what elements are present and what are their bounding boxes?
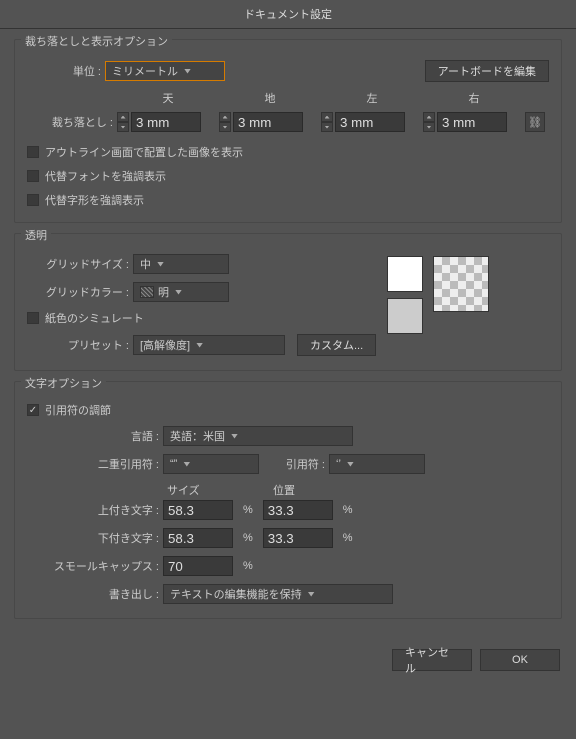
chevron-down-icon	[184, 69, 191, 74]
pct-label: %	[233, 532, 263, 544]
highlight-fonts-checkbox[interactable]	[27, 170, 39, 182]
superscript-pos-input[interactable]	[263, 500, 333, 520]
group-text-title: 文字オプション	[21, 375, 106, 391]
quote-value: ‘’	[336, 458, 341, 470]
quote-dropdown[interactable]: ‘’	[329, 454, 425, 474]
group-transparency: 透明 グリッドサイズ : 中 グリッドカラー : 明	[14, 233, 562, 371]
quote-label: 引用符 :	[259, 456, 329, 472]
link-bleed-icon[interactable]: ⛓	[525, 112, 545, 132]
preset-value: [高解像度]	[140, 337, 190, 353]
chevron-down-icon	[175, 290, 182, 295]
smallcaps-label: スモールキャップス :	[27, 558, 163, 574]
pct-label: %	[333, 504, 363, 516]
group-transparency-title: 透明	[21, 227, 51, 243]
export-value: テキストの編集機能を保持	[170, 586, 302, 602]
transparency-preview	[433, 256, 489, 312]
bleed-label: 裁ち落とし :	[27, 114, 117, 130]
custom-button[interactable]: カスタム...	[297, 334, 376, 356]
double-quote-value: “”	[170, 458, 177, 470]
size-header: サイズ	[167, 482, 245, 498]
grid-size-value: 中	[140, 256, 151, 272]
bleed-col-top: 天	[117, 90, 219, 108]
group-text: 文字オプション 引用符の調節 言語 : 英語：米国 二重引用符 : “” 引用符…	[14, 381, 562, 619]
bleed-col-left: 左	[321, 90, 423, 108]
chevron-down-icon	[157, 262, 164, 267]
bleed-col-bottom: 地	[219, 90, 321, 108]
dialog-title: ドキュメント設定	[0, 0, 576, 29]
grid-size-dropdown[interactable]: 中	[133, 254, 229, 274]
subscript-pos-input[interactable]	[263, 528, 333, 548]
double-quote-label: 二重引用符 :	[27, 456, 163, 472]
subscript-label: 下付き文字 :	[27, 530, 163, 546]
preset-dropdown[interactable]: [高解像度]	[133, 335, 285, 355]
pct-label: %	[333, 532, 363, 544]
bleed-bottom-input[interactable]	[233, 112, 303, 132]
edit-artboard-button[interactable]: アートボードを編集	[425, 60, 549, 82]
bleed-left-stepper[interactable]	[321, 112, 333, 132]
hatch-swatch-icon	[140, 286, 154, 298]
superscript-label: 上付き文字 :	[27, 502, 163, 518]
bleed-bottom-stepper[interactable]	[219, 112, 231, 132]
show-images-outline-checkbox[interactable]	[27, 146, 39, 158]
grid-color-dropdown[interactable]: 明	[133, 282, 229, 302]
export-dropdown[interactable]: テキストの編集機能を保持	[163, 584, 393, 604]
swatch-gray[interactable]	[387, 298, 423, 334]
chevron-down-icon	[308, 592, 315, 597]
swatch-white[interactable]	[387, 256, 423, 292]
ok-button[interactable]: OK	[480, 649, 560, 671]
group-bleed: 裁ち落としと表示オプション 単位 : ミリメートル アートボードを編集 天 地 …	[14, 39, 562, 223]
chevron-down-icon	[347, 462, 354, 467]
subscript-size-input[interactable]	[163, 528, 233, 548]
language-label: 言語 :	[27, 428, 163, 444]
export-label: 書き出し :	[27, 586, 163, 602]
chevron-down-icon	[196, 343, 203, 348]
smallcaps-input[interactable]	[163, 556, 233, 576]
units-label: 単位 :	[27, 63, 105, 79]
double-quote-dropdown[interactable]: “”	[163, 454, 259, 474]
bleed-top-stepper[interactable]	[117, 112, 129, 132]
simulate-paper-checkbox[interactable]	[27, 312, 39, 324]
bleed-right-input[interactable]	[437, 112, 507, 132]
dialog-body: 裁ち落としと表示オプション 単位 : ミリメートル アートボードを編集 天 地 …	[0, 29, 576, 639]
dialog-footer: キャンセル OK	[0, 639, 576, 685]
group-bleed-title: 裁ち落としと表示オプション	[21, 33, 172, 49]
pct-label: %	[233, 560, 263, 572]
units-value: ミリメートル	[112, 63, 178, 79]
adjust-quotes-label: 引用符の調節	[45, 402, 111, 418]
grid-size-label: グリッドサイズ :	[27, 256, 133, 272]
highlight-glyphs-label: 代替字形を強調表示	[45, 192, 144, 208]
units-dropdown[interactable]: ミリメートル	[105, 61, 225, 81]
grid-color-value: 明	[158, 284, 169, 300]
highlight-glyphs-checkbox[interactable]	[27, 194, 39, 206]
position-header: 位置	[273, 482, 351, 498]
language-value: 英語：米国	[170, 428, 225, 444]
cancel-button[interactable]: キャンセル	[392, 649, 472, 671]
bleed-left-input[interactable]	[335, 112, 405, 132]
superscript-size-input[interactable]	[163, 500, 233, 520]
adjust-quotes-checkbox[interactable]	[27, 404, 39, 416]
pct-label: %	[233, 504, 263, 516]
chevron-down-icon	[183, 462, 190, 467]
chevron-down-icon	[231, 434, 238, 439]
grid-color-label: グリッドカラー :	[27, 284, 133, 300]
show-images-outline-label: アウトライン画面で配置した画像を表示	[45, 144, 243, 160]
bleed-col-right: 右	[423, 90, 525, 108]
simulate-paper-label: 紙色のシミュレート	[45, 310, 144, 326]
highlight-fonts-label: 代替フォントを強調表示	[45, 168, 166, 184]
preset-label: プリセット :	[27, 337, 133, 353]
bleed-right-stepper[interactable]	[423, 112, 435, 132]
bleed-top-input[interactable]	[131, 112, 201, 132]
language-dropdown[interactable]: 英語：米国	[163, 426, 353, 446]
